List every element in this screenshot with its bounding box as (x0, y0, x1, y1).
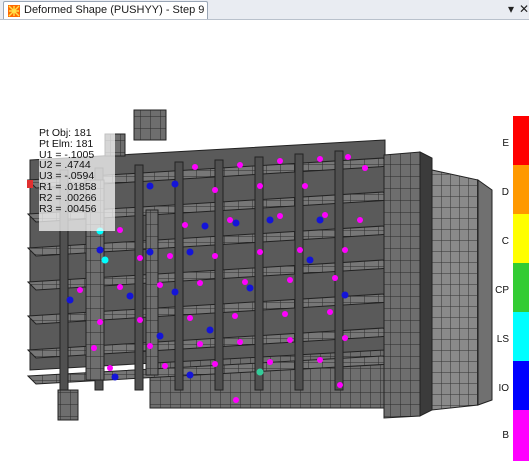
close-icon[interactable]: ✕ (519, 2, 529, 16)
tab-deformed-shape[interactable]: Deformed Shape (PUSHYY) - Step 9 (3, 1, 208, 19)
highlight-element (27, 180, 33, 188)
right-wing (431, 169, 479, 411)
legend-label-ls: LS (496, 334, 509, 345)
shear-wall-core (383, 151, 421, 419)
legend-label-cp: CP (495, 285, 509, 296)
info-r2: R2 = .00266 (39, 191, 97, 204)
document-tab-strip: Deformed Shape (PUSHYY) - Step 9 ▾ ✕ (0, 0, 529, 20)
shear-wall-core-side (419, 151, 433, 417)
hinge-legend-bar (513, 116, 529, 461)
legend-label-io: IO (498, 383, 509, 394)
legend-swatch-d (513, 165, 529, 214)
tab-dropdown-icon[interactable]: ▾ (508, 2, 514, 16)
legend-label-b: B (502, 430, 509, 441)
legend-label-d: D (501, 187, 509, 198)
core-wall (145, 209, 159, 376)
info-r3: R3 = .00456 (39, 202, 97, 215)
legend-swatch-b (513, 410, 529, 461)
model-viewport[interactable]: Pt Obj: 181 Pt Elm: 181 U1 = -.1005 U2 =… (0, 20, 529, 461)
legend-swatch-e (513, 116, 529, 165)
tab-title: Deformed Shape (PUSHYY) - Step 9 (24, 4, 205, 16)
structure-model-icon (8, 5, 20, 17)
right-wing-end (477, 179, 493, 406)
info-pt-elm: Pt Elm: 181 (39, 137, 94, 150)
base-wall-left (57, 389, 79, 421)
legend-label-e: E (502, 138, 509, 149)
legend-label-c: C (501, 236, 509, 247)
roof-penthouse (133, 109, 167, 141)
legend-swatch-ls (513, 312, 529, 361)
legend-swatch-io (513, 361, 529, 410)
legend-swatch-cp (513, 263, 529, 312)
point-info-box: Pt Obj: 181 Pt Elm: 181 U1 = -.1005 U2 =… (39, 128, 115, 231)
legend-swatch-c (513, 214, 529, 263)
